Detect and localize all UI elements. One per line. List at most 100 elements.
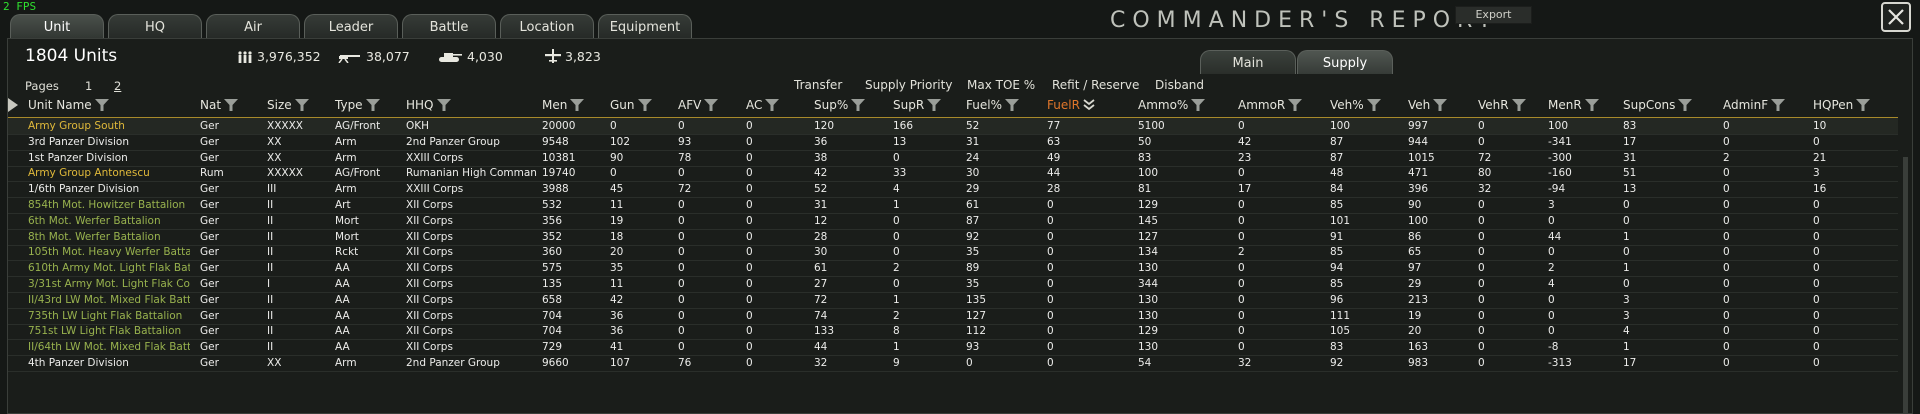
filter-icon[interactable] [704,99,719,111]
cell-unit-name[interactable]: 1st Panzer Division [28,152,190,164]
column-header-ammo-pct[interactable]: Ammo% [1138,98,1206,112]
disband-button[interactable]: Disband [1155,78,1204,92]
filter-icon[interactable] [570,99,585,111]
table-row[interactable]: 4th Panzer Division Ger XX Arm 2nd Panzer Gr… [8,355,1898,372]
sort-descending-icon[interactable] [1083,99,1095,111]
table-row[interactable]: 735th LW Light Flak Battalion Ger II AA XII … [8,308,1898,325]
column-header-ammor[interactable]: AmmoR [1238,98,1303,112]
filter-icon[interactable] [851,99,866,111]
column-header-afv[interactable]: AFV [678,98,719,112]
supply-priority-button[interactable]: Supply Priority [865,78,952,92]
table-row[interactable]: 3rd Panzer Division Ger XX Arm 2nd Panzer Gr… [8,134,1898,151]
cell-gun: 11 [610,199,624,211]
table-scrollbar[interactable] [1903,157,1908,414]
column-header-veh[interactable]: Veh [1408,98,1448,112]
cell-unit-name[interactable]: 105th Mot. Heavy Werfer Battali [28,246,190,258]
column-header-adminf[interactable]: AdminF [1723,98,1786,112]
filter-icon[interactable] [1771,99,1786,111]
filter-icon[interactable] [1584,99,1599,111]
max-toe-button[interactable]: Max TOE % [967,78,1035,92]
cell-unit-name[interactable]: 751st LW Light Flak Battalion [28,325,190,337]
filter-icon[interactable] [94,99,109,111]
cell-unit-name[interactable]: II/43rd LW Mot. Mixed Flak Batt [28,294,190,306]
column-header-gun[interactable]: Gun [610,98,652,112]
column-header-men[interactable]: Men [542,98,585,112]
filter-icon[interactable] [1191,99,1206,111]
column-header-supcons[interactable]: SupCons [1623,98,1693,112]
table-row[interactable]: 8th Mot. Werfer Battalion Ger II Mort XII Co… [8,229,1898,246]
column-header-hhq[interactable]: HHQ [406,98,451,112]
column-header-fuelr[interactable]: FuelR [1047,98,1095,112]
subtab-main[interactable]: Main [1200,50,1296,74]
transfer-button[interactable]: Transfer [794,78,842,92]
column-header-unit-name[interactable]: Unit Name [28,98,109,112]
filter-icon[interactable] [1004,99,1019,111]
table-row[interactable]: Army Group Antonescu Rum XXXXX AG/Front Ruma… [8,165,1898,183]
table-row[interactable]: Army Group South Ger XXXXX AG/Front OKH 20000… [8,118,1898,135]
tab-leader[interactable]: Leader [304,14,398,38]
column-header-hqpen[interactable]: HQPen [1813,98,1871,112]
filter-icon[interactable] [927,99,942,111]
column-header-supr[interactable]: SupR [893,98,942,112]
filter-icon[interactable] [1511,99,1526,111]
page-2-link[interactable]: 2 [114,79,121,93]
filter-icon[interactable] [224,99,239,111]
cell-hqpen: 0 [1813,262,1820,275]
cell-unit-name[interactable]: Army Group Antonescu [28,167,190,179]
tab-equipment[interactable]: Equipment [598,14,692,38]
cell-unit-name[interactable]: 1/6th Panzer Division [28,183,190,195]
cell-unit-name[interactable]: 4th Panzer Division [28,357,190,369]
cell-unit-name[interactable]: 610th Army Mot. Light Flak Batt [28,262,190,274]
cell-unit-name[interactable]: II/64th LW Mot. Mixed Flak Batt [28,341,190,353]
table-row[interactable]: 3/31st Army Mot. Light Flak Co Ger I AA XII … [8,276,1898,293]
column-header-vehr[interactable]: VehR [1478,98,1526,112]
tab-hq[interactable]: HQ [108,14,202,38]
filter-icon[interactable] [1856,99,1871,111]
filter-icon[interactable] [1678,99,1693,111]
refit-reserve-button[interactable]: Refit / Reserve [1052,78,1139,92]
cell-menr: 0 [1548,246,1555,259]
column-header-ac[interactable]: AC [746,98,780,112]
table-row[interactable]: 610th Army Mot. Light Flak Batt Ger II AA XI… [8,260,1898,278]
filter-icon[interactable] [1288,99,1303,111]
filter-icon[interactable] [294,99,309,111]
column-header-veh-pct[interactable]: Veh% [1330,98,1381,112]
tab-location[interactable]: Location [500,14,594,38]
table-row[interactable]: 751st LW Light Flak Battalion Ger II AA XII … [8,323,1898,341]
table-row[interactable]: II/43rd LW Mot. Mixed Flak Batt Ger II AA XI… [8,292,1898,309]
column-header-sup-pct[interactable]: Sup% [814,98,866,112]
filter-icon[interactable] [1433,99,1448,111]
table-row[interactable]: 1/6th Panzer Division Ger III Arm XXIII Corp… [8,181,1898,199]
column-header-menr[interactable]: MenR [1548,98,1599,112]
tab-unit[interactable]: Unit [10,14,104,38]
table-row[interactable]: 1st Panzer Division Ger XX Arm XXIII Corps 10… [8,150,1898,167]
filter-icon[interactable] [637,99,652,111]
filter-icon[interactable] [765,99,780,111]
page-1-link[interactable]: 1 [85,79,92,93]
tab-air[interactable]: Air [206,14,300,38]
column-header-type[interactable]: Type [335,98,380,112]
filter-icon[interactable] [1366,99,1381,111]
subtab-supply[interactable]: Supply [1297,50,1393,74]
column-header-fuel-pct[interactable]: Fuel% [966,98,1019,112]
expand-arrow-icon[interactable] [8,98,18,112]
table-row[interactable]: 854th Mot. Howitzer Battalion Ger II Art XII… [8,197,1898,214]
tab-battle[interactable]: Battle [402,14,496,38]
close-button[interactable] [1881,2,1911,32]
cell-unit-name[interactable]: 735th LW Light Flak Battalion [28,310,190,322]
table-row[interactable]: 105th Mot. Heavy Werfer Battali Ger II Rckt… [8,244,1898,262]
cell-ac: 0 [746,341,753,354]
table-row[interactable]: 6th Mot. Werfer Battalion Ger II Mort XII Co… [8,213,1898,230]
cell-unit-name[interactable]: Army Group South [28,120,190,132]
filter-icon[interactable] [436,99,451,111]
cell-unit-name[interactable]: 3rd Panzer Division [28,136,190,148]
cell-unit-name[interactable]: 3/31st Army Mot. Light Flak Co [28,278,190,290]
cell-unit-name[interactable]: 8th Mot. Werfer Battalion [28,231,190,243]
export-button[interactable]: Export [1455,6,1532,24]
table-row[interactable]: II/64th LW Mot. Mixed Flak Batt Ger II AA XI… [8,339,1898,357]
cell-unit-name[interactable]: 854th Mot. Howitzer Battalion [28,199,190,211]
column-header-nat[interactable]: Nat [200,98,239,112]
column-header-size[interactable]: Size [267,98,309,112]
cell-unit-name[interactable]: 6th Mot. Werfer Battalion [28,215,190,227]
filter-icon[interactable] [365,99,380,111]
